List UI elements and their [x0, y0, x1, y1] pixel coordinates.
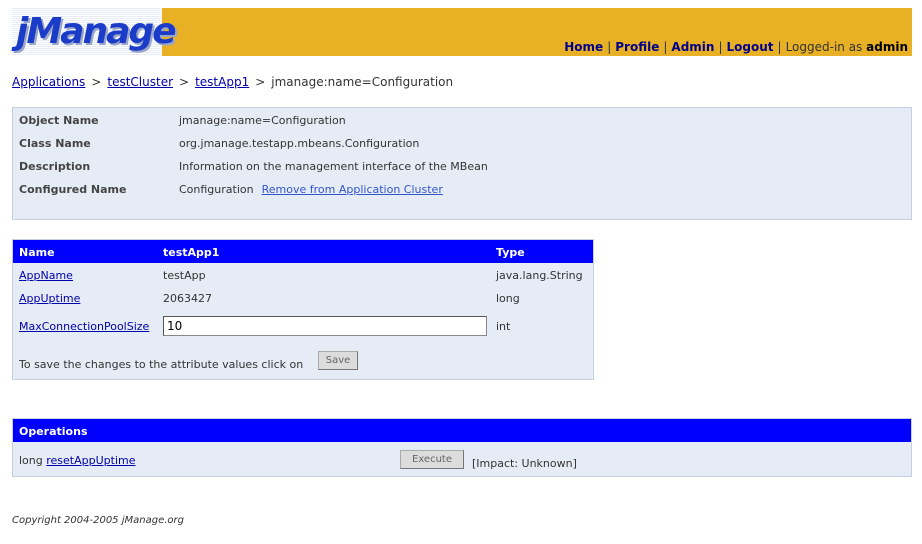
breadcrumb-separator: > — [255, 75, 266, 89]
operation-row: long resetAppUptime — [19, 454, 136, 467]
class-name-label: Class Name — [19, 137, 91, 150]
execute-button[interactable]: Execute — [400, 450, 464, 469]
attribute-value: 2063427 — [163, 292, 212, 305]
attribute-value: testApp — [163, 269, 206, 282]
attribute-appuptime-link[interactable]: AppUptime — [19, 292, 80, 305]
description-value: Information on the management interface … — [179, 160, 488, 173]
breadcrumb-separator: > — [91, 75, 102, 89]
attribute-type: int — [496, 320, 511, 333]
username: admin — [866, 40, 908, 54]
logo[interactable]: jManage — [12, 8, 177, 56]
nav-separator: | — [718, 40, 723, 54]
table-row: AppUptime 2063427 long — [13, 292, 593, 312]
operations-header: Operations — [13, 419, 911, 442]
class-name-value: org.jmanage.testapp.mbeans.Configuration — [179, 137, 420, 150]
table-row: MaxConnectionPoolSize int — [13, 316, 593, 336]
column-header-name: Name — [19, 246, 55, 259]
breadcrumb-cluster-link[interactable]: testCluster — [107, 75, 173, 89]
table-row: AppName testApp java.lang.String — [13, 269, 593, 289]
operation-reset-app-uptime-link[interactable]: resetAppUptime — [46, 454, 135, 467]
save-button[interactable]: Save — [318, 351, 358, 370]
configured-name-value: Configuration — [179, 183, 254, 196]
nav-home-link[interactable]: Home — [564, 40, 603, 54]
attribute-appname-link[interactable]: AppName — [19, 269, 73, 282]
mbean-info-panel: Object Name jmanage:name=Configuration C… — [12, 107, 912, 220]
footer-copyright: Copyright 2004-2005 jManage.org — [12, 515, 184, 526]
attribute-type: java.lang.String — [496, 269, 583, 282]
breadcrumb-separator: > — [179, 75, 190, 89]
description-label: Description — [19, 160, 91, 173]
logo-text: jManage — [16, 11, 177, 52]
operations-title: Operations — [19, 425, 88, 438]
breadcrumb: Applications > testCluster > testApp1 > jmanag… — [12, 75, 453, 89]
nav-admin-link[interactable]: Admin — [671, 40, 714, 54]
top-navigation: Home | Profile | Admin | Logout | Logged-in as a… — [564, 40, 908, 54]
operation-return-type: long — [19, 454, 43, 467]
configured-name-value-wrap: Configuration Remove from Application Clu… — [179, 183, 443, 196]
column-header-app: testApp1 — [163, 246, 220, 259]
attribute-maxconnectionpoolsize-link[interactable]: MaxConnectionPoolSize — [19, 320, 149, 333]
operations-panel: Operations long resetAppUptime Execute [… — [12, 418, 912, 477]
column-header-type: Type — [496, 246, 525, 259]
operation-impact: [Impact: Unknown] — [472, 457, 577, 470]
logged-in-label: Logged-in as — [785, 40, 863, 54]
configured-name-label: Configured Name — [19, 183, 127, 196]
nav-logout-link[interactable]: Logout — [727, 40, 774, 54]
app-header: jManage Home | Profile | Admin | Logout | Logged… — [12, 8, 912, 56]
attribute-type: long — [496, 292, 520, 305]
save-instructions: To save the changes to the attribute val… — [19, 358, 304, 371]
nav-separator: | — [607, 40, 612, 54]
object-name-label: Object Name — [19, 114, 99, 127]
max-connection-pool-size-input[interactable] — [163, 316, 487, 336]
attributes-panel: Name testApp1 Type AppName testApp java.… — [12, 239, 594, 380]
attributes-table-header: Name testApp1 Type — [13, 240, 593, 263]
breadcrumb-app-link[interactable]: testApp1 — [195, 75, 249, 89]
breadcrumb-current: jmanage:name=Configuration — [271, 75, 454, 89]
nav-separator: | — [663, 40, 668, 54]
nav-profile-link[interactable]: Profile — [615, 40, 659, 54]
nav-separator: | — [777, 40, 782, 54]
breadcrumb-applications-link[interactable]: Applications — [12, 75, 85, 89]
object-name-value: jmanage:name=Configuration — [179, 114, 346, 127]
remove-from-cluster-link[interactable]: Remove from Application Cluster — [262, 183, 443, 196]
